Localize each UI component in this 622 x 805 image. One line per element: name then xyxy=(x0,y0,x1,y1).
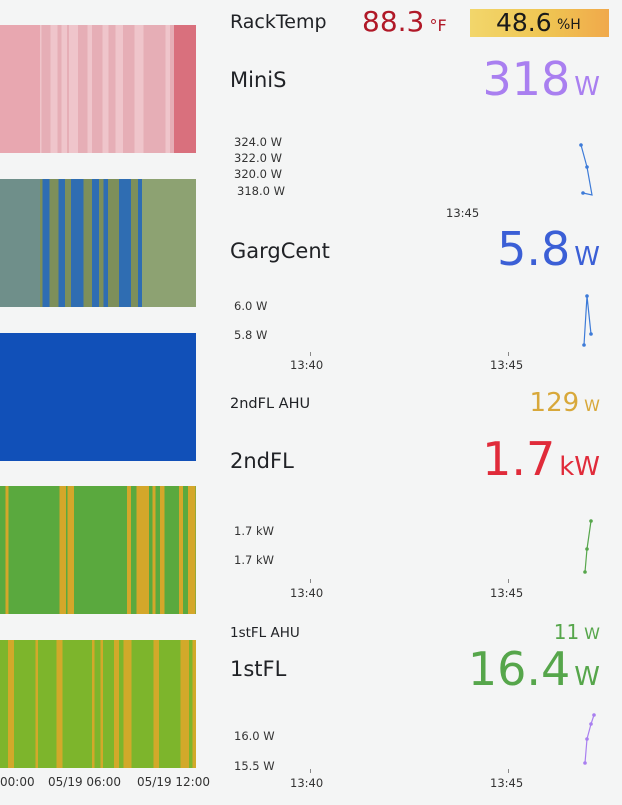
fl2-value-unit: kW xyxy=(559,452,600,482)
fl1-xtick: 13:40 xyxy=(290,776,324,790)
gargcent-value: 5.8 W xyxy=(497,222,600,276)
strip-zone xyxy=(0,179,40,307)
fl1-point xyxy=(583,761,587,765)
racktemp-title: RackTemp xyxy=(230,11,327,33)
fl2-value: 1.7 kW xyxy=(482,432,600,486)
gargcent-xtick-mark xyxy=(310,352,311,356)
gargcent-ytick: 6.0 W xyxy=(234,299,268,313)
minis-point xyxy=(585,165,589,169)
ahu1-value-unit: W xyxy=(584,624,600,643)
ahu2-value-unit: W xyxy=(584,396,600,415)
strip-zone xyxy=(142,179,196,307)
gargcent-point xyxy=(585,294,589,298)
gargcent-xtick: 13:45 xyxy=(490,358,524,372)
fl1-title: 1stFL xyxy=(230,657,287,681)
gargcent-sparkline xyxy=(582,294,593,347)
fl1-xtick-mark xyxy=(310,769,311,773)
fl2-xtick: 13:40 xyxy=(290,586,324,600)
fl1-xtick: 13:45 xyxy=(490,776,524,790)
gargcent-sparkline-line xyxy=(583,295,592,346)
gargcent-point xyxy=(582,343,586,347)
racktemp-temperature: 88.3 °F xyxy=(362,5,447,38)
minis-value-number: 318 xyxy=(482,52,571,106)
timeline-xtick: 05/19 06:00 xyxy=(48,775,121,789)
ahu2-title: 2ndFL AHU xyxy=(230,396,311,412)
fl2-sparkline-line xyxy=(584,520,592,573)
ahu1-value-number: 11 xyxy=(553,620,580,644)
racktemp-humidity-box: 48.6 %H xyxy=(470,8,609,37)
minis-value: 318 W xyxy=(482,52,600,106)
fl2-title: 2ndFL xyxy=(230,449,294,473)
strip-zone xyxy=(0,25,40,153)
strip-zone xyxy=(174,25,196,153)
ahu2-value-number: 129 xyxy=(529,388,580,418)
fl1-point xyxy=(589,722,593,726)
fl1-value-number: 16.4 xyxy=(467,642,571,696)
fl2-value-number: 1.7 xyxy=(482,432,556,486)
minis-title: MiniS xyxy=(230,68,287,92)
timeline-xtick: 00:00 xyxy=(0,775,35,789)
fl2-ytick: 1.7 kW xyxy=(234,553,274,567)
fl1-ytick: 16.0 W xyxy=(234,729,275,743)
humidity-value: 48.6 xyxy=(496,8,552,37)
minis-sparkline xyxy=(579,143,593,196)
minis-point xyxy=(579,143,583,147)
fl2-xtick: 13:45 xyxy=(490,586,524,600)
gargcent-point xyxy=(589,332,593,336)
gargcent-title: GargCent xyxy=(230,239,330,263)
fl1-point xyxy=(592,713,596,717)
minis-ytick: 320.0 W xyxy=(234,167,282,181)
timeline-xtick: 05/19 12:00 xyxy=(137,775,210,789)
minis-ytick: 318.0 W xyxy=(237,184,285,198)
ahu1-value: 11 W xyxy=(554,620,600,644)
state-timeline-minis xyxy=(0,25,196,153)
fl1-ytick: 15.5 W xyxy=(234,759,275,773)
fl2-xtick-mark xyxy=(508,579,509,583)
minis-point xyxy=(581,191,585,195)
humidity-unit: %H xyxy=(557,17,581,33)
state-timeline-gargcent xyxy=(0,179,196,307)
gargcent-xtick: 13:40 xyxy=(290,358,324,372)
fl1-value: 16.4 W xyxy=(468,642,600,696)
fl1-point xyxy=(585,737,589,741)
minis-xtick: 13:45 xyxy=(446,206,480,220)
minis-sparkline-line xyxy=(580,144,593,196)
fl2-point xyxy=(583,570,587,574)
state-timeline-1stfl xyxy=(0,640,196,768)
fl1-value-unit: W xyxy=(574,662,600,692)
fl2-point xyxy=(589,519,593,523)
temperature-value: 88.3 xyxy=(362,5,425,38)
temperature-unit: °F xyxy=(429,16,447,35)
state-timeline-2ndfl-ahu xyxy=(0,333,196,461)
fl1-xtick-mark xyxy=(508,769,509,773)
gargcent-ytick: 5.8 W xyxy=(234,328,268,342)
gargcent-xtick-mark xyxy=(508,352,509,356)
minis-ytick: 324.0 W xyxy=(234,135,282,149)
fl1-sparkline xyxy=(583,713,596,765)
fl2-ytick: 1.7 kW xyxy=(234,524,274,538)
minis-value-unit: W xyxy=(574,72,600,102)
gargcent-value-number: 5.8 xyxy=(497,222,571,276)
ahu1-title: 1stFL AHU xyxy=(230,625,300,641)
fl2-sparkline xyxy=(583,519,593,574)
ahu2-value: 129 W xyxy=(530,388,600,418)
state-timeline-2ndfl xyxy=(0,486,196,614)
gargcent-value-unit: W xyxy=(574,242,600,272)
minis-ytick: 322.0 W xyxy=(234,151,282,165)
fl2-point xyxy=(585,547,589,551)
fl2-xtick-mark xyxy=(310,579,311,583)
